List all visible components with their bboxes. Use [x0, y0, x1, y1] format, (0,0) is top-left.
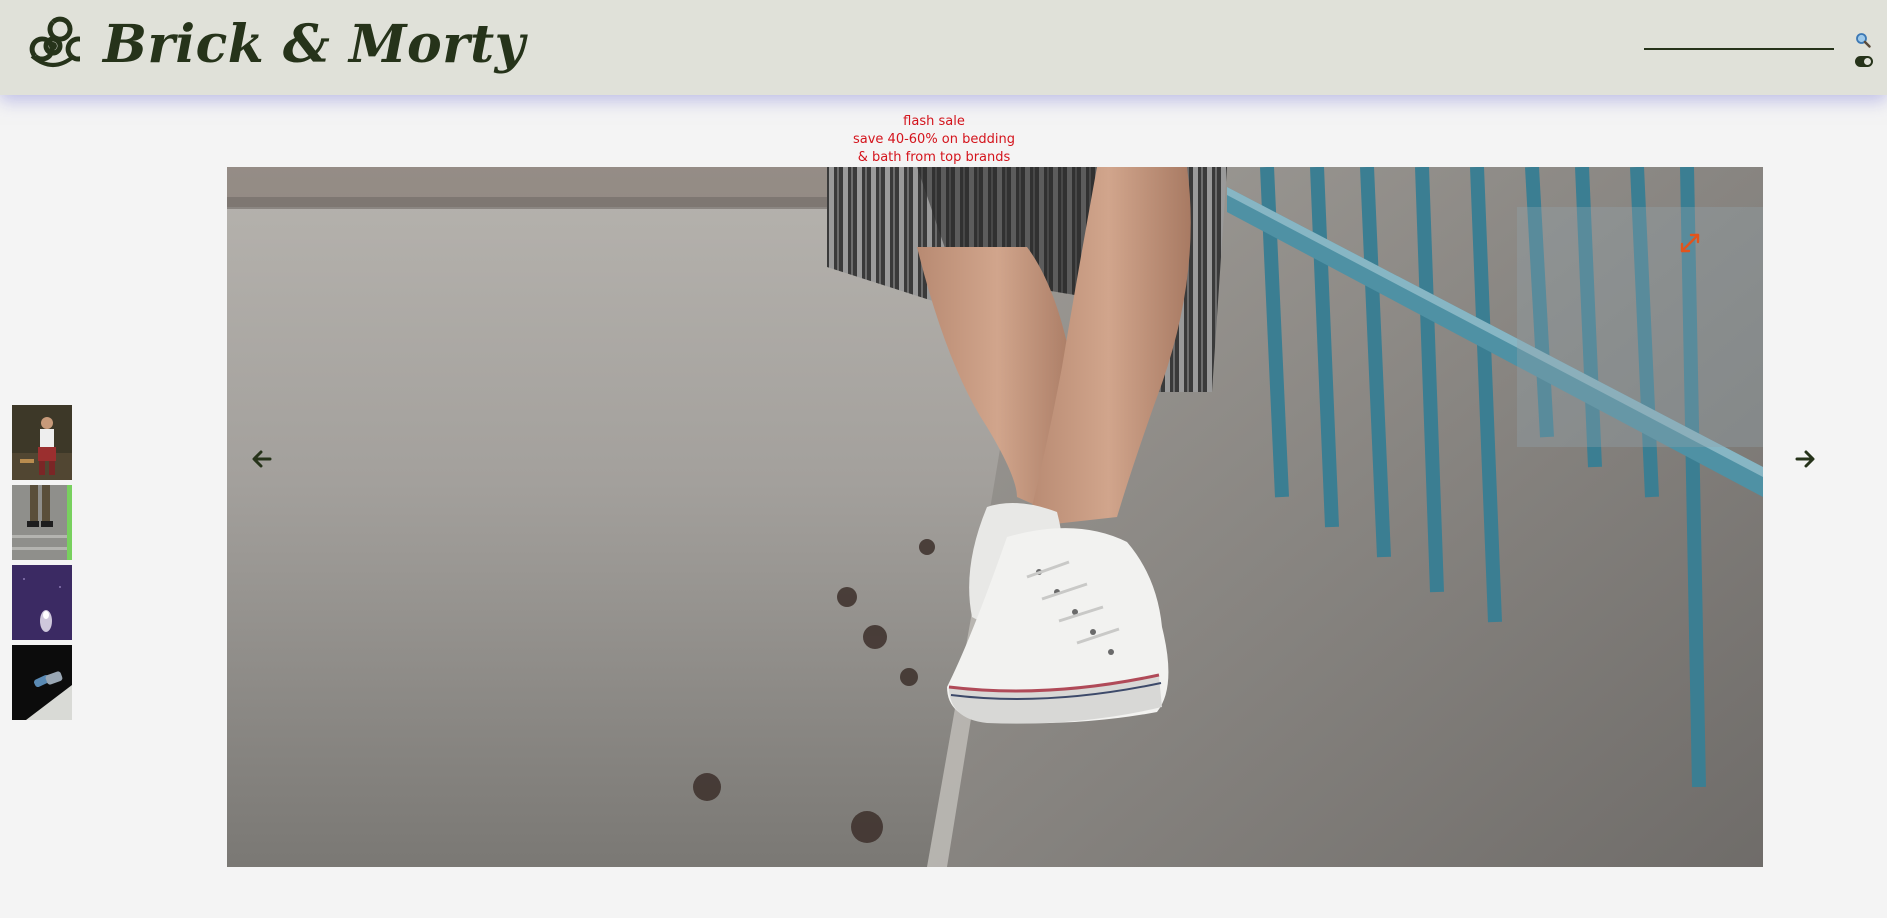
search-input[interactable] [1644, 32, 1834, 50]
arrow-left-icon[interactable] [250, 447, 274, 471]
promo-line-2: save 40-60% on bedding [852, 132, 1015, 147]
main-image[interactable] [227, 167, 1763, 867]
promo-line-1: flash sale [903, 114, 965, 129]
thumbnail-4[interactable] [12, 645, 72, 720]
theme-toggle[interactable] [1855, 56, 1873, 67]
brand-title[interactable]: Brick & Morty [103, 14, 525, 76]
site-header: Brick & Morty [0, 0, 1887, 95]
thumbnail-1[interactable] [12, 405, 72, 480]
expand-icon[interactable] [1679, 232, 1701, 254]
thumbnail-4-image [12, 645, 72, 720]
toggle-knob [1864, 58, 1871, 65]
arrow-right-icon[interactable] [1793, 447, 1817, 471]
thumbnail-2[interactable] [12, 485, 72, 560]
sneaker-photo [227, 167, 1763, 867]
promo-banner: flash sale save 40-60% on bedding & bath… [834, 113, 1034, 167]
promo-line-3: & bath from top brands [857, 150, 1011, 165]
thumbnail-strip [12, 405, 74, 725]
thumbnail-3-image [12, 565, 72, 640]
biohazard-icon[interactable] [26, 16, 80, 70]
thumbnail-3[interactable] [12, 565, 72, 640]
thumbnail-2-image [12, 485, 67, 560]
thumbnail-1-image [12, 405, 72, 480]
search-icon[interactable] [1855, 32, 1871, 48]
